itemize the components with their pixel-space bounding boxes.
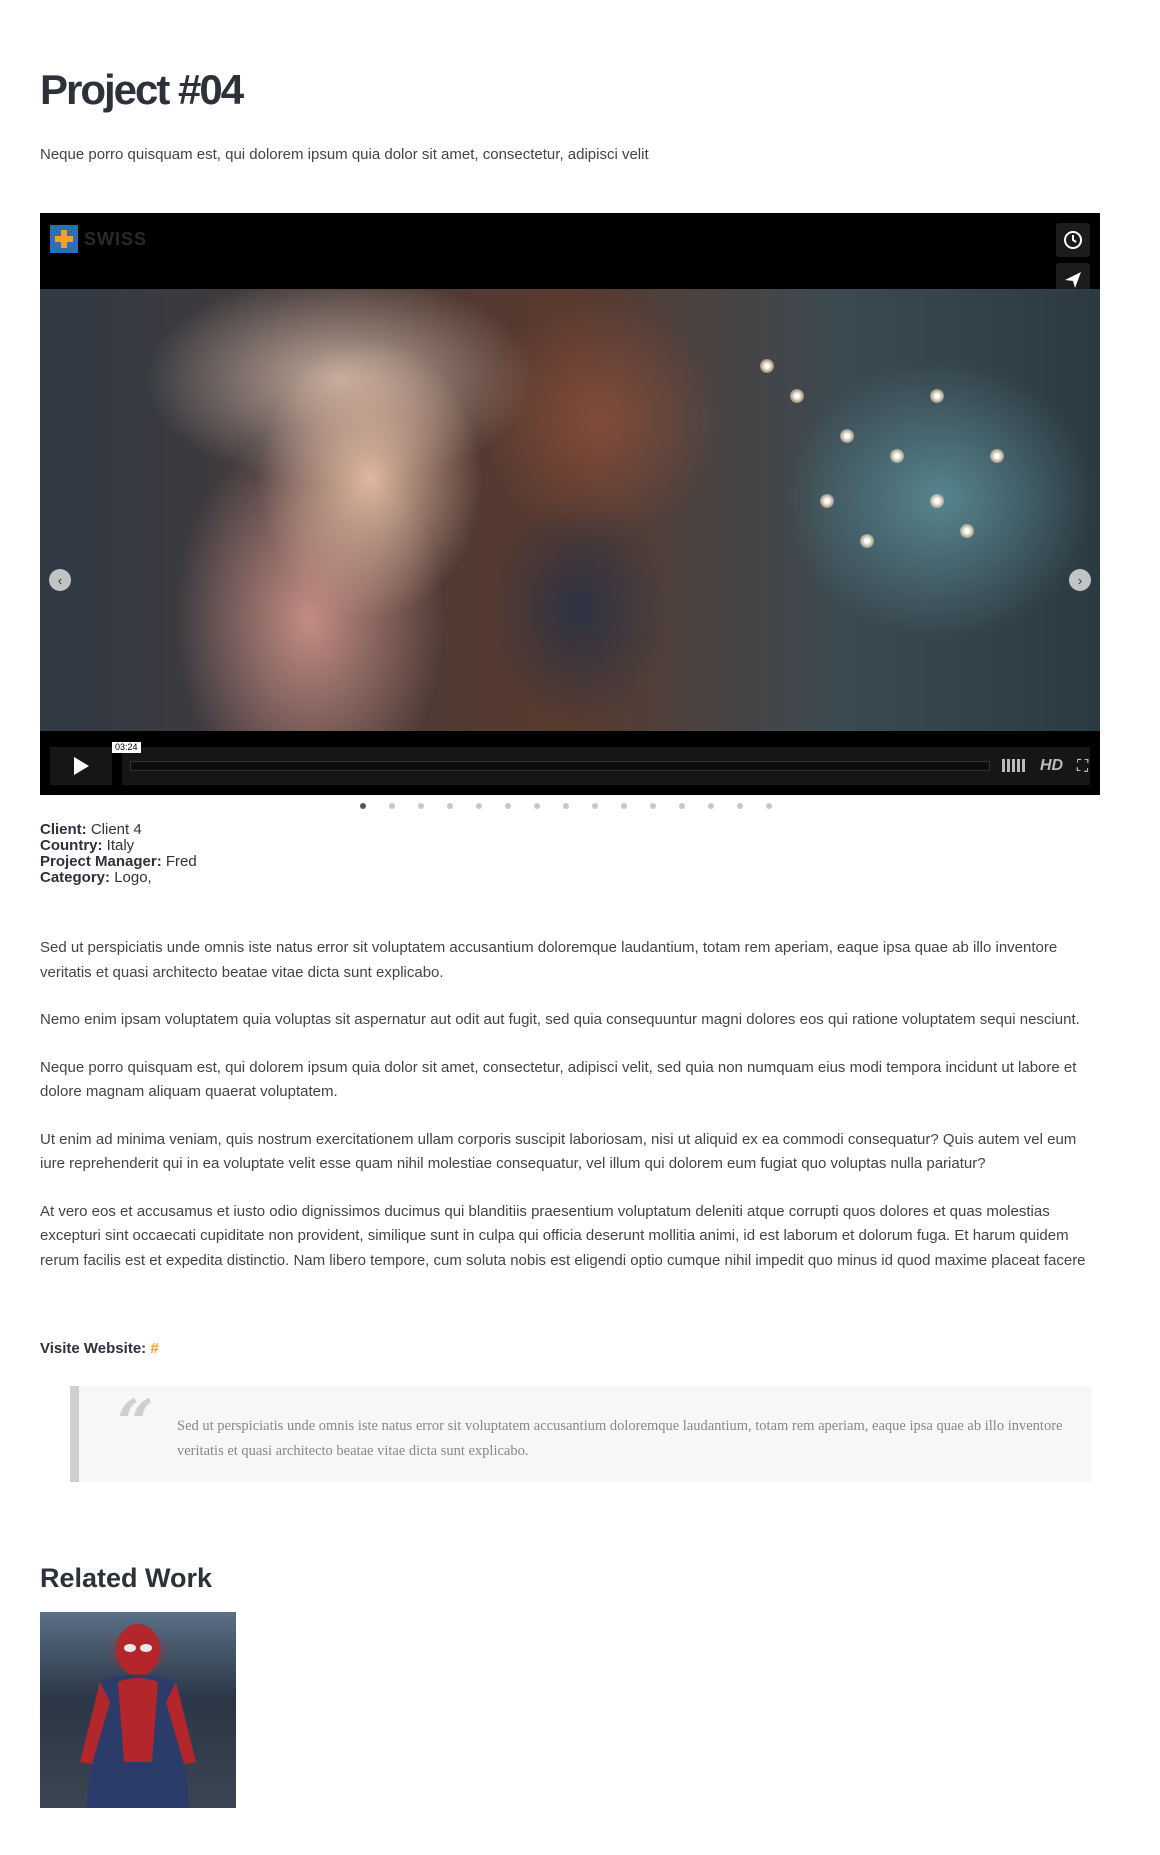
blockquote: “ Sed ut perspiciatis unde omnis iste na… — [70, 1386, 1092, 1482]
video-frame[interactable]: ‹ › — [40, 289, 1100, 731]
slider-dot[interactable] — [650, 803, 656, 809]
brand: SWISS — [50, 225, 147, 253]
paragraph: Nemo enim ipsam voluptatem quia voluptas… — [40, 1011, 1080, 1028]
light-bulb — [890, 449, 904, 463]
meta-client-label: Client: — [40, 821, 87, 838]
related-work-title: Related Work — [40, 1563, 213, 1593]
paragraph: Sed ut perspiciatis unde omnis iste natu… — [40, 939, 1058, 981]
meta-category-value: Logo, — [114, 869, 152, 886]
slider-dot[interactable] — [360, 803, 366, 809]
visit-website-label: Visite Website: — [40, 1340, 147, 1357]
light-bulb — [840, 429, 854, 443]
swiss-cross-logo — [50, 225, 78, 253]
arrow-right-icon[interactable]: › — [1069, 569, 1091, 591]
progress-bar[interactable] — [130, 761, 990, 771]
page-lead: Neque porro quisquam est, qui dolorem ip… — [40, 146, 649, 163]
slider-dot[interactable] — [766, 803, 772, 809]
brand-name: SWISS — [84, 228, 148, 249]
slider-dot[interactable] — [563, 803, 569, 809]
light-bulb — [960, 524, 974, 538]
meta-client: Client: Client 4 — [40, 822, 197, 838]
slider-dot[interactable] — [737, 803, 743, 809]
slider-dot[interactable] — [708, 803, 714, 809]
light-bulb — [930, 494, 944, 508]
slider-dot[interactable] — [389, 803, 395, 809]
page-title: Project #04 — [40, 66, 244, 113]
slider-dot[interactable] — [447, 803, 453, 809]
video-player[interactable]: SWISS ‹ › 03:24 HD ⛶ — [40, 213, 1100, 795]
progress-area: 03:24 HD ⛶ — [112, 742, 1090, 785]
light-bulb — [790, 389, 804, 403]
slider-dot[interactable] — [592, 803, 598, 809]
slider-dot[interactable] — [621, 803, 627, 809]
slider-dot[interactable] — [679, 803, 685, 809]
paragraph: Neque porro quisquam est, qui dolorem ip… — [40, 1058, 1077, 1101]
meta-category: Category: Logo, — [40, 870, 197, 886]
visit-website: Visite Website: # — [40, 1340, 159, 1357]
spiderman-illustration — [80, 1624, 196, 1808]
volume-icon[interactable] — [1002, 759, 1025, 772]
meta-country-label: Country: — [40, 837, 103, 854]
meta-client-value: Client 4 — [90, 821, 142, 838]
meta-country-value: Italy — [106, 837, 135, 854]
player-controls: 03:24 HD ⛶ — [40, 731, 1100, 795]
related-work-thumbnail[interactable] — [40, 1612, 236, 1808]
light-bulb — [930, 389, 944, 403]
light-bulb — [860, 534, 874, 548]
slider-dots — [40, 803, 1100, 813]
timestamp: 03:24 — [112, 742, 141, 753]
paragraph: Ut enim ad minima veniam, quis nostrum e… — [40, 1130, 1077, 1173]
meta-project-manager: Project Manager: Fred — [40, 854, 197, 870]
light-bulb — [760, 359, 774, 373]
quote-text: Sed ut perspiciatis unde omnis iste natu… — [177, 1418, 1063, 1459]
player-top-bar: SWISS — [40, 213, 1100, 297]
light-bulb — [990, 449, 1004, 463]
project-meta: Client: Client 4 Country: Italy Project … — [40, 822, 197, 886]
meta-pm-value: Fred — [165, 853, 197, 870]
hd-toggle[interactable]: HD — [1040, 757, 1063, 775]
slider-dot[interactable] — [505, 803, 511, 809]
meta-pm-label: Project Manager: — [40, 853, 162, 870]
visit-website-link[interactable]: # — [150, 1340, 158, 1357]
light-bulb — [820, 494, 834, 508]
slider-dot[interactable] — [418, 803, 424, 809]
play-icon[interactable] — [50, 747, 112, 785]
slider-dot[interactable] — [476, 803, 482, 809]
quote-mark-icon: “ — [117, 1386, 154, 1461]
meta-country: Country: Italy — [40, 838, 197, 854]
clock-icon[interactable] — [1056, 223, 1090, 257]
project-description: Sed ut perspiciatis unde omnis iste natu… — [40, 936, 1100, 1296]
meta-category-label: Category: — [40, 869, 111, 886]
fullscreen-icon[interactable]: ⛶ — [1077, 758, 1088, 776]
slider-dot[interactable] — [534, 803, 540, 809]
arrow-left-icon[interactable]: ‹ — [49, 569, 71, 591]
paragraph: At vero eos et accusamus et iusto odio d… — [40, 1202, 1086, 1269]
